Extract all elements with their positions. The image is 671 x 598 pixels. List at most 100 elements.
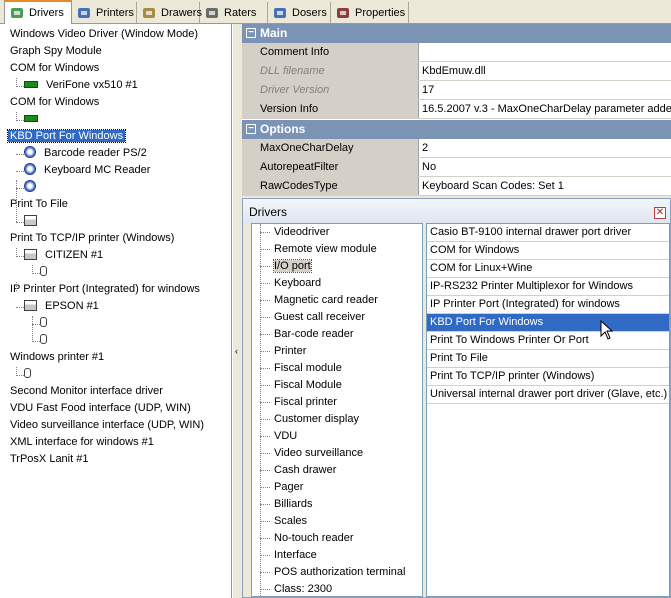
property-row[interactable]: RawCodesType Keyboard Scan Codes: Set 1	[242, 177, 671, 196]
driver-list-item[interactable]: KBD Port For Windows	[427, 314, 669, 332]
tab-raters[interactable]: Raters	[200, 2, 268, 23]
tree-subdevice[interactable]	[24, 366, 39, 383]
driver-type-item[interactable]: Videodriver	[252, 224, 329, 241]
driver-list-item[interactable]: COM for Windows	[427, 242, 669, 260]
tab-printers[interactable]: Printers	[72, 2, 137, 23]
driver-list-item[interactable]: IP Printer Port (Integrated) for windows	[427, 296, 669, 314]
driver-list[interactable]: Casio BT-9100 internal drawer port drive…	[426, 223, 670, 597]
tree-item[interactable]: Video surveillance interface (UDP, WIN)	[8, 417, 206, 434]
driver-type-item[interactable]: Bar-code reader	[252, 326, 354, 343]
tree-item[interactable]: TrPosX Lanit #1	[8, 451, 90, 468]
driver-type-item[interactable]: Customer display	[252, 411, 359, 428]
property-row[interactable]: Driver Version 17	[242, 81, 671, 100]
tree-item[interactable]: IP Printer Port (Integrated) for windows	[8, 281, 202, 298]
close-icon[interactable]: ✕	[654, 207, 666, 219]
driver-type-label: VDU	[274, 430, 298, 442]
category-main[interactable]: − Main	[242, 24, 671, 43]
driver-type-item[interactable]: POS authorization terminal	[252, 564, 405, 581]
tree-item[interactable]: Windows Video Driver (Window Mode)	[8, 26, 200, 43]
driver-list-item[interactable]: Print To Windows Printer Or Port	[427, 332, 669, 350]
tree-item[interactable]: Windows printer #1	[8, 349, 106, 366]
driver-type-item[interactable]: Magnetic card reader	[252, 292, 378, 309]
tab-dosers[interactable]: Dosers	[268, 2, 331, 23]
property-name: AutorepeatFilter	[256, 158, 419, 176]
collapse-icon[interactable]: −	[246, 124, 256, 134]
tree-item[interactable]: Print To File	[8, 196, 70, 213]
driver-type-item[interactable]: Class: 2300	[252, 581, 333, 596]
property-row[interactable]: DLL filename KbdEmuw.dll	[242, 62, 671, 81]
property-value[interactable]: No	[420, 158, 671, 176]
driver-type-item[interactable]: Billiards	[252, 496, 313, 513]
tab-drawers[interactable]: Drawers	[137, 2, 202, 23]
driver-type-item[interactable]: Guest call receiver	[252, 309, 365, 326]
property-row[interactable]: AutorepeatFilter No	[242, 158, 671, 177]
driver-type-item[interactable]: Fiscal printer	[252, 394, 337, 411]
driver-list-item[interactable]: Casio BT-9100 internal drawer port drive…	[427, 224, 669, 242]
property-value[interactable]: 16.5.2007 v.3 - MaxOneCharDelay paramete…	[420, 100, 671, 118]
tree-subdevice[interactable]	[40, 332, 55, 349]
tree-device[interactable]	[24, 213, 47, 230]
driver-list-item[interactable]: Print To File	[427, 350, 669, 368]
tree-item[interactable]: Graph Spy Module	[8, 43, 104, 60]
property-value[interactable]: Keyboard Scan Codes: Set 1	[420, 177, 671, 195]
driver-type-item[interactable]: No-touch reader	[252, 530, 354, 547]
driver-type-item[interactable]: Scales	[252, 513, 307, 530]
tree-device[interactable]: Keyboard MC Reader	[24, 162, 152, 179]
tree-device[interactable]	[24, 111, 48, 128]
driver-type-item[interactable]: Interface	[252, 547, 317, 564]
property-value[interactable]	[420, 43, 671, 61]
driver-type-label: Bar-code reader	[274, 328, 354, 340]
tree-item[interactable]: VDU Fast Food interface (UDP, WIN)	[8, 400, 193, 417]
tab-drivers[interactable]: Drivers	[4, 0, 72, 24]
driver-list-item[interactable]: Print To TCP/IP printer (Windows)	[427, 368, 669, 386]
tree-subdevice[interactable]	[40, 315, 55, 332]
tree-item[interactable]: XML interface for windows #1	[8, 434, 156, 451]
tab-properties[interactable]: Properties	[331, 2, 409, 23]
tree-item[interactable]: COM for Windows	[8, 60, 101, 77]
driver-type-item[interactable]: Cash drawer	[252, 462, 336, 479]
driver-type-item[interactable]: Fiscal module	[252, 360, 342, 377]
tree-subdevice[interactable]	[40, 264, 55, 281]
tree-item[interactable]: Print To TCP/IP printer (Windows)	[8, 230, 176, 247]
collapse-arrow-icon[interactable]: ‹	[235, 346, 238, 356]
driver-list-item[interactable]: Universal internal drawer port driver (G…	[427, 386, 669, 404]
driver-type-item[interactable]: Printer	[252, 343, 306, 360]
property-value[interactable]: KbdEmuw.dll	[420, 62, 671, 80]
splitter[interactable]: ‹	[232, 24, 242, 598]
driver-type-item[interactable]: Fiscal Module	[252, 377, 342, 394]
tree-device[interactable]: Barcode reader PS/2	[24, 145, 149, 162]
property-value[interactable]: 17	[420, 81, 671, 99]
tree-device[interactable]: EPSON #1	[24, 298, 101, 315]
collapse-icon[interactable]: −	[246, 28, 256, 38]
com-port-icon	[24, 114, 38, 122]
driver-type-label: Magnetic card reader	[274, 294, 378, 306]
driver-type-item[interactable]: Video surveillance	[252, 445, 363, 462]
driver-type-label: Class: 2300	[274, 583, 333, 595]
tree-item[interactable]: Second Monitor interface driver	[8, 383, 165, 400]
driver-type-item[interactable]: Keyboard	[252, 275, 321, 292]
property-row[interactable]: Comment Info	[242, 43, 671, 62]
property-row[interactable]: Version Info 16.5.2007 v.3 - MaxOneCharDe…	[242, 100, 671, 119]
tree-item-label	[51, 334, 55, 346]
tree-item[interactable]: KBD Port For Windows	[6, 128, 127, 145]
driver-type-item[interactable]: Pager	[252, 479, 303, 496]
driver-type-item[interactable]: VDU	[252, 428, 297, 445]
tree-device[interactable]: VeriFone vx510 #1	[24, 77, 140, 94]
property-grid[interactable]: − Main − Options Comment Info DLL filenam…	[242, 24, 671, 196]
driver-type-item[interactable]: Remote view module	[252, 241, 377, 258]
driver-type-label: Guest call receiver	[274, 311, 366, 323]
property-value[interactable]: 2	[420, 139, 671, 157]
driver-type-item[interactable]: I/O port	[252, 258, 312, 275]
driver-list-item[interactable]: COM for Linux+Wine	[427, 260, 669, 278]
category-options[interactable]: − Options	[242, 120, 671, 139]
driver-type-tree[interactable]: Videodriver Remote view module I/O port Key…	[251, 223, 423, 597]
driver-type-label: Video surveillance	[274, 447, 364, 459]
driver-type-label: Fiscal Module	[274, 379, 342, 391]
driver-list-item[interactable]: IP-RS232 Printer Multiplexor for Windows	[427, 278, 669, 296]
tree-item[interactable]: COM for Windows	[8, 94, 101, 111]
tree-device[interactable]	[24, 179, 46, 196]
property-row[interactable]: MaxOneCharDelay 2	[242, 139, 671, 158]
driver-type-label: Scales	[274, 515, 308, 527]
driver-tree[interactable]: Windows Video Driver (Window Mode) Graph …	[0, 24, 232, 598]
tree-device[interactable]: CITIZEN #1	[24, 247, 105, 264]
